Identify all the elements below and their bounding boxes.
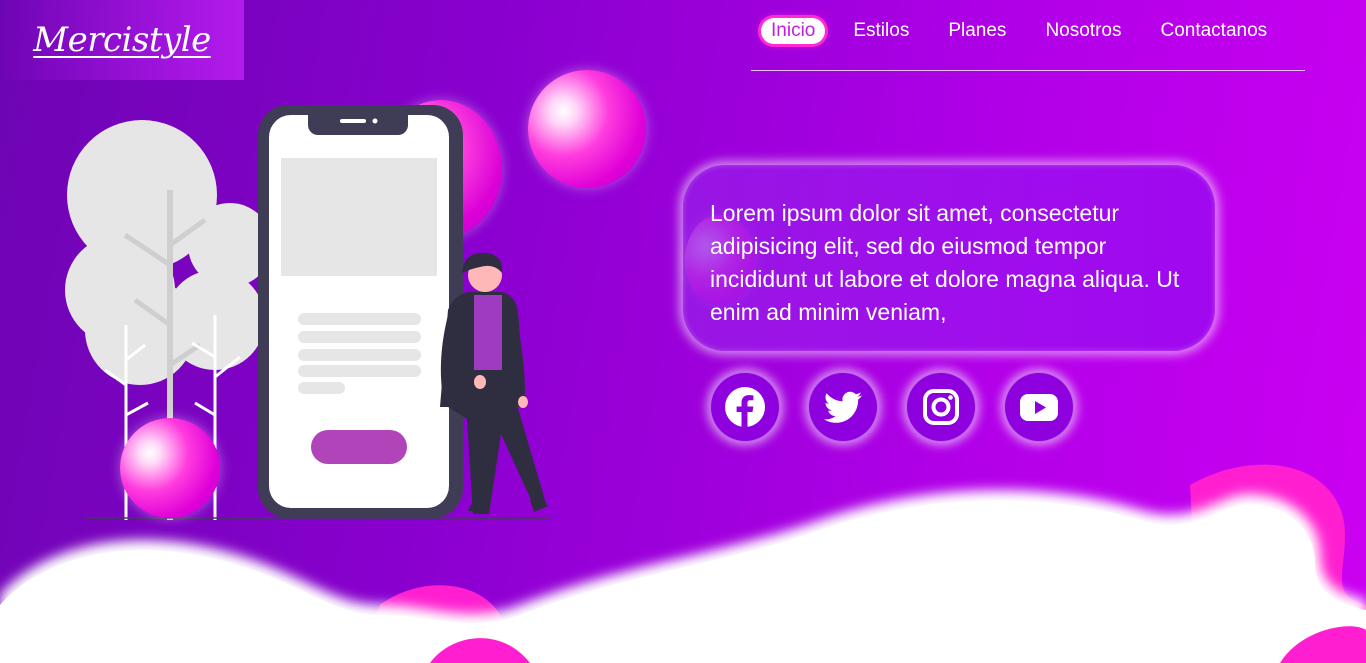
instagram-icon: [923, 389, 959, 425]
main-nav: Inicio Estilos Planes Nosotros Contactan…: [751, 14, 1305, 71]
hero-text-card: Lorem ipsum dolor sit amet, consectetur …: [683, 165, 1215, 351]
instagram-button[interactable]: [906, 372, 976, 442]
hero-paragraph: Lorem ipsum dolor sit amet, consectetur …: [710, 200, 1180, 325]
decorative-waves: [0, 464, 1366, 663]
facebook-button[interactable]: [710, 372, 780, 442]
landing-page: Mercistyle Inicio Estilos Planes Nosotro…: [0, 0, 1366, 663]
nav-item-estilos[interactable]: Estilos: [853, 20, 909, 42]
youtube-button[interactable]: [1004, 372, 1074, 442]
nav-item-inicio[interactable]: Inicio: [761, 18, 826, 44]
logo[interactable]: Mercistyle: [33, 20, 211, 60]
facebook-icon: [725, 387, 765, 427]
social-links: [710, 372, 1102, 442]
logo-container[interactable]: Mercistyle: [0, 0, 244, 80]
nav-item-contactanos[interactable]: Contactanos: [1160, 20, 1267, 42]
youtube-icon: [1020, 394, 1058, 421]
twitter-icon: [823, 391, 862, 423]
nav-item-nosotros[interactable]: Nosotros: [1045, 20, 1121, 42]
twitter-button[interactable]: [808, 372, 878, 442]
nav-item-planes[interactable]: Planes: [948, 20, 1006, 42]
